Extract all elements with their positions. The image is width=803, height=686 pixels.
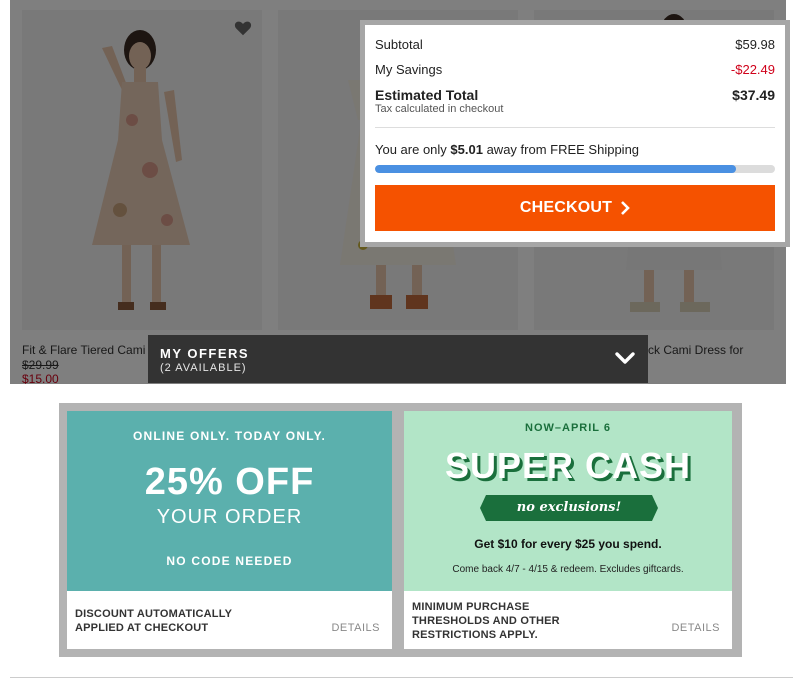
offer-top-note: ONLINE ONLY. TODAY ONLY. bbox=[132, 429, 327, 443]
shipping-prefix: You are only bbox=[375, 142, 451, 157]
offer-comeback-note: Come back 4/7 - 4/15 & redeem. Excludes … bbox=[452, 564, 684, 575]
savings-value: -$22.49 bbox=[730, 62, 775, 77]
checkout-button[interactable]: CHECKOUT bbox=[375, 185, 775, 231]
total-row: Estimated Total $37.49 Tax calculated in… bbox=[375, 87, 775, 123]
total-value: $37.49 bbox=[732, 87, 775, 103]
offers-panel: ONLINE ONLY. TODAY ONLY. 25% OFF YOUR OR… bbox=[59, 403, 742, 657]
offer-details-link[interactable]: DETAILS bbox=[331, 622, 380, 634]
offer-details-link[interactable]: DETAILS bbox=[671, 622, 720, 634]
offer-terms-line: DISCOUNT AUTOMATICALLY bbox=[75, 608, 233, 620]
checkout-label: CHECKOUT bbox=[519, 199, 613, 216]
offer-terms: DISCOUNT AUTOMATICALLY APPLIED AT CHECKO… bbox=[75, 607, 232, 635]
subtotal-value: $59.98 bbox=[735, 37, 775, 52]
offer-terms-line: THRESHOLDS AND OTHER bbox=[412, 615, 560, 627]
savings-row: My Savings -$22.49 bbox=[375, 62, 775, 87]
offer-code-note: NO CODE NEEDED bbox=[166, 554, 293, 568]
offer-headline: 25% OFF bbox=[144, 461, 315, 503]
chevron-right-icon bbox=[621, 201, 630, 215]
offer-headline: SUPER CASH bbox=[444, 445, 692, 486]
my-offers-toggle[interactable]: MY OFFERS (2 AVAILABLE) bbox=[148, 335, 648, 383]
subtotal-row: Subtotal $59.98 bbox=[375, 37, 775, 62]
offer-terms-line: RESTRICTIONS APPLY. bbox=[412, 629, 538, 641]
cart-summary-popover: Subtotal $59.98 My Savings -$22.49 Estim… bbox=[360, 20, 790, 247]
shipping-progress-fill bbox=[375, 165, 736, 173]
savings-label: My Savings bbox=[375, 62, 443, 77]
offer-card-super-cash[interactable]: NOW–APRIL 6 SUPER CASH no exclusions! Ge… bbox=[404, 411, 732, 649]
offer-get-line: Get $10 for every $25 you spend. bbox=[474, 537, 662, 551]
offer-terms: MINIMUM PURCHASE THRESHOLDS AND OTHER RE… bbox=[412, 600, 560, 642]
offer-terms-line: APPLIED AT CHECKOUT bbox=[75, 622, 209, 634]
offer-subheadline: YOUR ORDER bbox=[156, 506, 303, 528]
offer-terms-line: MINIMUM PURCHASE bbox=[412, 601, 530, 613]
divider bbox=[10, 677, 793, 678]
shipping-amount: $5.01 bbox=[450, 142, 483, 157]
offer-banner: no exclusions! bbox=[480, 495, 658, 521]
my-offers-count: (2 AVAILABLE) bbox=[160, 362, 247, 374]
offer-hero: ONLINE ONLY. TODAY ONLY. 25% OFF YOUR OR… bbox=[67, 411, 392, 591]
divider bbox=[375, 127, 775, 128]
shipping-progress-bar bbox=[375, 165, 775, 173]
total-label: Estimated Total bbox=[375, 87, 479, 103]
chevron-down-icon[interactable] bbox=[614, 347, 636, 369]
tax-note: Tax calculated in checkout bbox=[375, 103, 504, 115]
free-shipping-message: You are only $5.01 away from FREE Shippi… bbox=[375, 142, 775, 157]
offer-card-25-off[interactable]: ONLINE ONLY. TODAY ONLY. 25% OFF YOUR OR… bbox=[67, 411, 392, 649]
my-offers-title: MY OFFERS bbox=[160, 346, 250, 361]
offer-hero: NOW–APRIL 6 SUPER CASH no exclusions! Ge… bbox=[404, 411, 732, 591]
offer-dates: NOW–APRIL 6 bbox=[525, 422, 611, 434]
subtotal-label: Subtotal bbox=[375, 37, 423, 52]
shipping-suffix: away from FREE Shipping bbox=[482, 142, 640, 157]
